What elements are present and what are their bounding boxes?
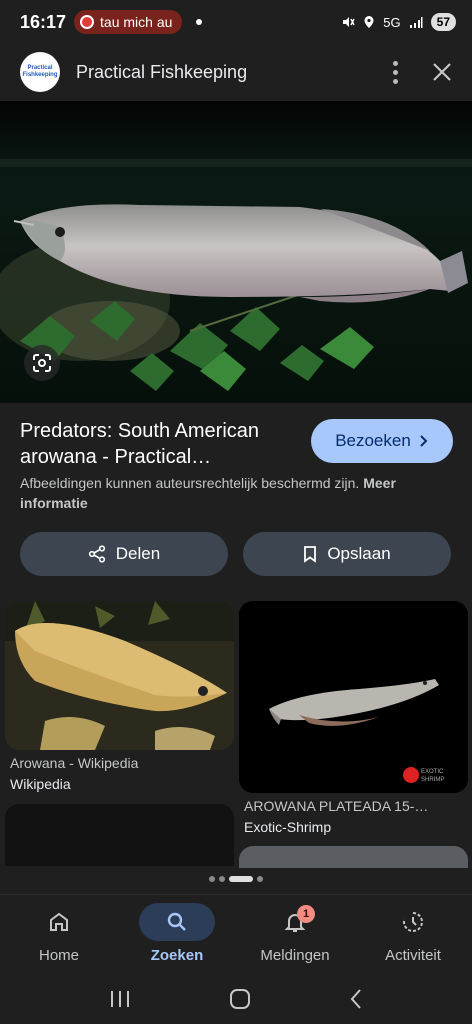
share-icon bbox=[88, 545, 105, 563]
site-logo-text: Practical Fishkeeping bbox=[22, 65, 58, 78]
bottom-navigation: Home Zoeken 1 Meldingen Activiteit bbox=[0, 894, 472, 974]
search-icon bbox=[167, 912, 186, 931]
nav-home[interactable]: Home bbox=[0, 895, 118, 974]
related-source-1: Wikipedia bbox=[10, 776, 71, 792]
home-button-icon[interactable] bbox=[229, 988, 251, 1010]
notification-pill-label: tau mich au bbox=[100, 14, 173, 30]
result-title[interactable]: Predators: South American arowana - Prac… bbox=[20, 418, 290, 470]
share-button[interactable]: Delen bbox=[20, 532, 228, 576]
pagination-dots bbox=[0, 876, 472, 882]
notification-dot-icon bbox=[196, 19, 203, 25]
notification-pill[interactable]: tau mich au bbox=[74, 10, 183, 34]
nav-activity[interactable]: Activiteit bbox=[354, 895, 472, 974]
status-time: 16:17 bbox=[20, 11, 67, 32]
related-image-1[interactable] bbox=[5, 601, 234, 750]
mute-icon bbox=[343, 17, 355, 27]
related-image-3[interactable] bbox=[5, 804, 234, 866]
nav-notifications-label: Meldingen bbox=[260, 947, 330, 964]
lens-icon bbox=[33, 354, 51, 372]
copyright-notice: Afbeeldingen kunnen auteursrechtelijk be… bbox=[20, 473, 440, 513]
nav-search[interactable]: Zoeken bbox=[118, 895, 236, 974]
arowana-photo bbox=[0, 101, 472, 403]
silver-arowana-photo: EXOTIC SHRIMP bbox=[239, 601, 468, 793]
location-icon bbox=[364, 16, 374, 28]
site-logo[interactable]: Practical Fishkeeping bbox=[20, 52, 60, 92]
record-icon bbox=[80, 15, 95, 29]
bookmark-icon bbox=[304, 546, 317, 563]
related-image-4[interactable] bbox=[239, 846, 468, 868]
exotic-shrimp-watermark: EXOTIC bbox=[421, 769, 444, 775]
home-icon bbox=[50, 912, 68, 931]
network-type-icon: 5G bbox=[383, 14, 401, 30]
related-source-2: Exotic-Shrimp bbox=[244, 819, 332, 835]
chevron-right-icon bbox=[420, 435, 428, 447]
site-name[interactable]: Practical Fishkeeping bbox=[76, 62, 247, 83]
nav-notifications[interactable]: 1 Meldingen bbox=[236, 895, 354, 974]
related-title-2[interactable]: AROWANA PLATEADA 15-… bbox=[244, 798, 428, 814]
visit-button-label: Bezoeken bbox=[335, 431, 411, 450]
viewer-header: Practical Fishkeeping Practical Fishkeep… bbox=[0, 44, 472, 100]
signal-icon bbox=[409, 17, 423, 28]
recent-apps-icon[interactable] bbox=[109, 989, 131, 1009]
related-title-1[interactable]: Arowana - Wikipedia bbox=[10, 755, 138, 771]
battery-indicator: 57 bbox=[430, 13, 456, 31]
history-icon bbox=[403, 912, 423, 932]
save-button-label: Opslaan bbox=[327, 544, 391, 563]
back-icon[interactable] bbox=[349, 988, 363, 1010]
share-button-label: Delen bbox=[115, 544, 161, 563]
more-options-icon[interactable] bbox=[393, 60, 398, 84]
nav-search-label: Zoeken bbox=[150, 947, 204, 964]
svg-text:SHRIMP: SHRIMP bbox=[421, 777, 444, 783]
nav-home-label: Home bbox=[38, 947, 79, 964]
main-image[interactable] bbox=[0, 101, 472, 403]
save-button[interactable]: Opslaan bbox=[243, 532, 451, 576]
close-icon[interactable] bbox=[432, 62, 452, 82]
golden-arowana-photo bbox=[5, 601, 234, 750]
system-navigation-bar bbox=[0, 974, 472, 1024]
google-lens-button[interactable] bbox=[24, 345, 60, 381]
related-image-2[interactable]: EXOTIC SHRIMP bbox=[239, 601, 468, 793]
visit-button[interactable]: Bezoeken bbox=[311, 419, 453, 463]
notification-count-badge: 1 bbox=[297, 905, 315, 923]
status-bar: 16:17 tau mich au 5G 57 bbox=[0, 0, 472, 44]
copyright-text: Afbeeldingen kunnen auteursrechtelijk be… bbox=[20, 475, 360, 491]
nav-activity-label: Activiteit bbox=[385, 947, 441, 964]
